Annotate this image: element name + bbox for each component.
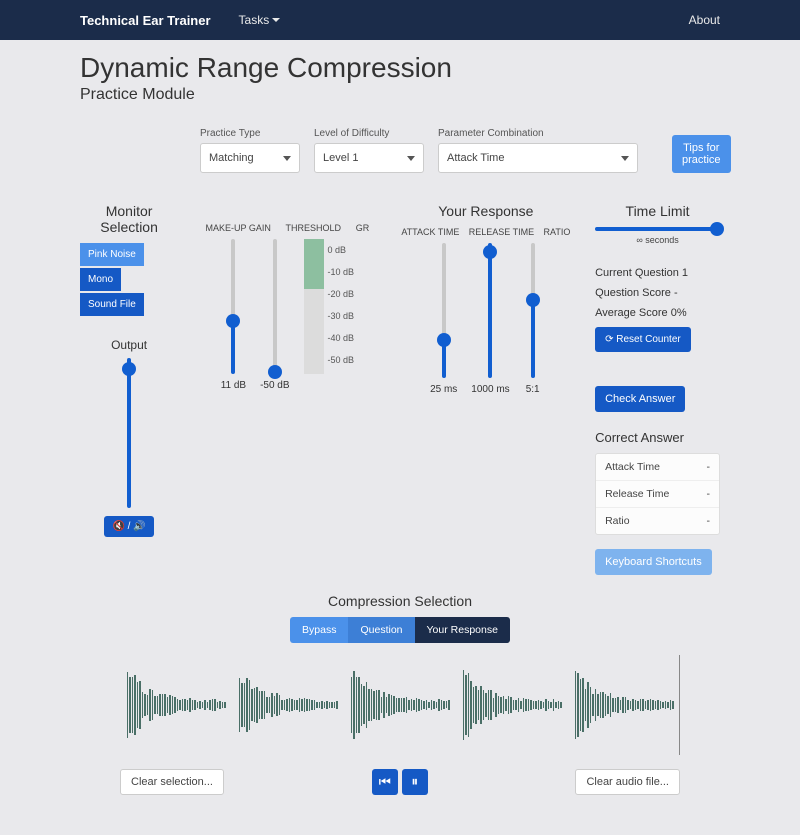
release-label: RELEASE TIME: [469, 227, 534, 237]
page-subtitle: Practice Module: [80, 86, 720, 104]
caret-down-icon: [272, 18, 280, 22]
correct-ratio-value: -: [707, 515, 711, 527]
time-limit-heading: Time Limit: [595, 203, 720, 219]
play-cursor: [679, 655, 680, 755]
monitor-heading: Monitor Selection: [80, 203, 178, 235]
bypass-button[interactable]: Bypass: [290, 617, 348, 643]
pause-icon: ⏸: [411, 774, 418, 790]
reset-counter-button[interactable]: ⟳ Reset Counter: [595, 327, 691, 352]
gr-tick: -10 dB: [328, 261, 355, 283]
pause-button[interactable]: ⏸: [402, 769, 428, 795]
gr-tick: -20 dB: [328, 283, 355, 305]
keyboard-shortcuts-button[interactable]: Keyboard Shortcuts: [595, 549, 712, 575]
gr-label: GR: [356, 223, 370, 233]
response-heading: Your Response: [397, 203, 575, 219]
correct-answer-heading: Correct Answer: [595, 430, 720, 445]
correct-answer-table: Attack Time - Release Time - Ratio -: [595, 453, 720, 535]
waveform[interactable]: [120, 655, 680, 755]
gr-tick: -50 dB: [328, 349, 355, 371]
page-title: Dynamic Range Compression: [80, 52, 720, 84]
practice-type-select[interactable]: Matching: [200, 143, 300, 173]
current-question: Current Question 1: [595, 267, 720, 279]
clear-audio-button[interactable]: Clear audio file...: [575, 769, 680, 795]
output-slider[interactable]: [120, 358, 138, 508]
your-response-button[interactable]: Your Response: [415, 617, 510, 643]
attack-label: ATTACK TIME: [401, 227, 459, 237]
makeup-gain-slider[interactable]: [224, 239, 242, 374]
attack-slider[interactable]: [435, 243, 453, 378]
difficulty-select[interactable]: Level 1: [314, 143, 424, 173]
output-label: Output: [80, 338, 178, 352]
tips-button[interactable]: Tips for practice: [672, 135, 731, 173]
time-limit-slider[interactable]: [595, 227, 720, 231]
correct-release-label: Release Time: [605, 488, 669, 500]
attack-value: 25 ms: [430, 384, 457, 395]
ratio-value: 5:1: [526, 384, 540, 395]
pink-noise-button[interactable]: Pink Noise: [80, 243, 144, 266]
makeup-gain-label: MAKE-UP GAIN: [206, 223, 271, 233]
correct-attack-value: -: [707, 461, 711, 473]
threshold-value: -50 dB: [260, 380, 289, 391]
practice-type-label: Practice Type: [200, 128, 300, 139]
gr-tick: 0 dB: [328, 239, 355, 261]
prev-button[interactable]: ⏮: [372, 769, 398, 795]
mono-button[interactable]: Mono: [80, 268, 121, 291]
mute-toggle-button[interactable]: 🔇 / 🔊: [104, 516, 153, 537]
question-score: Question Score -: [595, 287, 720, 299]
release-value: 1000 ms: [471, 384, 509, 395]
compression-segment: Bypass Question Your Response: [290, 617, 510, 643]
makeup-gain-value: 11 dB: [221, 380, 246, 391]
nav-about[interactable]: About: [689, 13, 720, 27]
brand: Technical Ear Trainer: [80, 13, 211, 28]
param-combo-select[interactable]: Attack Time: [438, 143, 638, 173]
average-score: Average Score 0%: [595, 307, 720, 319]
check-answer-button[interactable]: Check Answer: [595, 386, 685, 412]
gr-tick: -30 dB: [328, 305, 355, 327]
correct-attack-label: Attack Time: [605, 461, 660, 473]
gr-meter: [304, 239, 324, 374]
correct-release-value: -: [707, 488, 711, 500]
threshold-label: THRESHOLD: [286, 223, 342, 233]
ratio-label: RATIO: [544, 227, 571, 237]
skip-back-icon: ⏮: [379, 774, 391, 790]
question-button[interactable]: Question: [348, 617, 414, 643]
clear-selection-button[interactable]: Clear selection...: [120, 769, 224, 795]
gr-tick: -40 dB: [328, 327, 355, 349]
time-limit-value: ∞ seconds: [595, 235, 720, 245]
threshold-slider[interactable]: [266, 239, 284, 374]
release-slider[interactable]: [481, 243, 499, 378]
nav-tasks[interactable]: Tasks: [239, 13, 281, 27]
sound-file-button[interactable]: Sound File: [80, 293, 144, 316]
param-combo-label: Parameter Combination: [438, 128, 638, 139]
compression-heading: Compression Selection: [80, 593, 720, 609]
nav-tasks-label: Tasks: [239, 13, 270, 27]
correct-ratio-label: Ratio: [605, 515, 630, 527]
difficulty-label: Level of Difficulty: [314, 128, 424, 139]
ratio-slider[interactable]: [524, 243, 542, 378]
